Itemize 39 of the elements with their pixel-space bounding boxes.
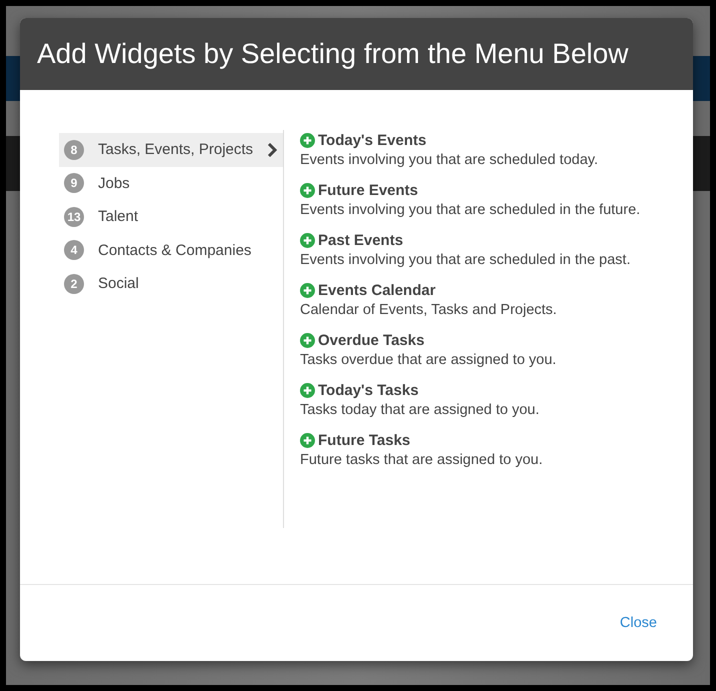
count-badge: 13 [64,206,84,227]
widget-description: Future tasks that are assigned to you. [300,451,544,470]
add-icon[interactable] [300,132,315,148]
add-icon[interactable] [300,332,315,348]
widget-name[interactable]: Past Events [318,232,404,248]
category-item[interactable]: 9 Jobs [59,166,283,200]
add-icon[interactable] [300,182,315,198]
count-badge: 2 [64,274,84,294]
close-button[interactable]: Close [618,611,659,635]
count-badge: 8 [64,140,84,160]
category-label: Talent [98,208,140,226]
add-icon[interactable] [300,432,315,448]
widget-description: Events involving you that are scheduled today. [300,151,599,170]
widget-description: Events involving you that are scheduled in the future. [300,201,642,220]
widget-name[interactable]: Future Tasks [318,432,410,448]
widget-description: Calendar of Events, Tasks and Projects. [300,301,558,320]
category-item[interactable]: 4 Contacts & Companies [59,234,283,267]
widget-description: Tasks overdue that are assigned to you. [300,351,558,370]
widget-description: Events involving you that are scheduled in the past. [300,251,632,270]
category-label: Tasks, Events, Projects [98,141,254,158]
category-item[interactable]: 8 Tasks, Events, Projects [59,133,283,166]
add-icon[interactable] [300,382,315,398]
count-badge: 4 [64,240,84,260]
widget-name[interactable]: Events Calendar [318,282,436,298]
widget-name[interactable]: Overdue Tasks [318,332,424,348]
widget-name[interactable]: Future Events [318,182,418,198]
widget-name[interactable]: Today's Tasks [318,382,419,398]
category-label: Jobs [98,174,131,192]
category-item[interactable]: 13 Talent [59,200,283,234]
add-icon[interactable] [300,232,315,248]
count-badge: 9 [64,173,84,194]
category-label: Social [98,275,140,292]
add-icon[interactable] [300,282,315,298]
category-label: Contacts & Companies [98,242,252,259]
widget-description: Tasks today that are assigned to you. [300,401,540,420]
widget-name[interactable]: Today's Events [318,132,426,148]
chevron-right-icon [267,142,277,157]
dialog-title: Add Widgets by Selecting from the Menu Below [37,38,628,70]
category-item[interactable]: 2 Social [59,267,283,300]
